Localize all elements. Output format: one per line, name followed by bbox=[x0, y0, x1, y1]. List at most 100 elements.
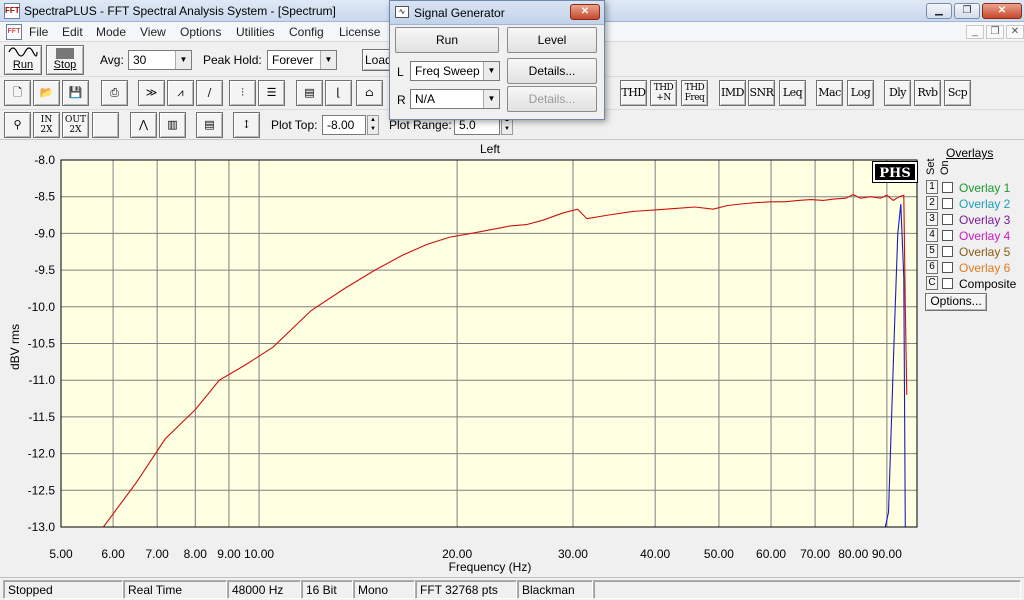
stop-button-label: Stop bbox=[53, 59, 77, 71]
overlay-on-checkbox[interactable] bbox=[942, 278, 953, 289]
right-details-button[interactable]: Details... bbox=[507, 86, 597, 112]
overlay-set-button[interactable]: 6 bbox=[926, 260, 938, 274]
zoom-out-full-button[interactable] bbox=[92, 112, 119, 138]
menu-license[interactable]: License bbox=[339, 25, 380, 39]
imd-button[interactable]: IMD bbox=[719, 80, 746, 106]
y-tick-label: -11.5 bbox=[29, 410, 56, 424]
overlay-on-checkbox[interactable] bbox=[942, 182, 953, 193]
menu-view[interactable]: View bbox=[140, 25, 166, 39]
save-icon[interactable]: 💾 bbox=[62, 80, 89, 106]
zoom-icon[interactable]: ⚲ bbox=[4, 112, 31, 138]
overlay-set-button[interactable]: 4 bbox=[926, 228, 938, 242]
menu-file[interactable]: File bbox=[29, 25, 48, 39]
spectrum-icon[interactable]: ⩘ bbox=[167, 80, 194, 106]
overlay-row: 3 Overlay 3 bbox=[926, 212, 1024, 228]
generator-run-button[interactable]: Run bbox=[395, 27, 499, 53]
x-tick-label: 6.00 bbox=[101, 547, 125, 561]
mac-button[interactable]: Mac bbox=[816, 80, 843, 106]
left-details-button[interactable]: Details... bbox=[507, 58, 597, 84]
view-grid-icon[interactable]: ▤ bbox=[296, 80, 323, 106]
status-fft-size: FFT 32768 pts bbox=[415, 580, 517, 599]
overlay-options-button[interactable]: Options... bbox=[925, 293, 987, 311]
time-series-icon[interactable]: ≫ bbox=[138, 80, 165, 106]
minimize-icon[interactable]: ▁ bbox=[926, 3, 952, 19]
load-button[interactable]: Load bbox=[362, 49, 392, 71]
left-mode-select[interactable]: Freq Sweep ▼ bbox=[410, 61, 500, 81]
plot-top-spinner[interactable]: ▲ ▼ bbox=[367, 115, 379, 135]
mdi-minimize-icon[interactable]: _ bbox=[966, 25, 984, 39]
overlay-on-checkbox[interactable] bbox=[942, 230, 953, 241]
new-file-icon[interactable]: 🗋 bbox=[4, 80, 31, 106]
status-bar: Stopped Real Time 48000 Hz 16 Bit Mono F… bbox=[0, 577, 1024, 600]
x-tick-label: 5.00 bbox=[49, 547, 73, 561]
zoom-out-2x-button[interactable]: OUT 2X bbox=[62, 112, 89, 138]
print-icon[interactable]: ⎙ bbox=[101, 80, 128, 106]
x-tick-label: 90.00 bbox=[872, 547, 902, 561]
menu-config[interactable]: Config bbox=[289, 25, 324, 39]
avg-select[interactable]: 30 ▼ bbox=[128, 50, 192, 70]
peak-hold-value: Forever bbox=[272, 53, 314, 67]
right-mode-select[interactable]: N/A ▼ bbox=[410, 89, 500, 109]
zoom-in-2x-button[interactable]: IN 2X bbox=[33, 112, 60, 138]
peak-icon[interactable]: ⋀ bbox=[130, 112, 157, 138]
scp-button[interactable]: Scp bbox=[944, 80, 971, 106]
phase-icon[interactable]: ∕ bbox=[196, 80, 223, 106]
open-folder-icon[interactable]: 📂 bbox=[33, 80, 60, 106]
axis-icon[interactable]: ⌊ bbox=[325, 80, 352, 106]
thd-n-button[interactable]: THD +N bbox=[650, 80, 677, 106]
thd-button[interactable]: THD bbox=[620, 80, 647, 106]
overlay-row: 4 Overlay 4 bbox=[926, 228, 1024, 244]
run-button[interactable]: Run bbox=[4, 45, 42, 75]
mdi-document-icon[interactable]: FFT bbox=[6, 24, 22, 40]
mdi-restore-icon[interactable]: ❐ bbox=[986, 25, 1004, 39]
close-icon[interactable]: ✕ bbox=[570, 4, 600, 20]
x-tick-label: 70.00 bbox=[800, 547, 830, 561]
waterfall-3d-icon[interactable]: ⫶ bbox=[229, 80, 256, 106]
run-button-label: Run bbox=[12, 59, 34, 71]
menu-options[interactable]: Options bbox=[180, 25, 221, 39]
overlay-set-button[interactable]: 5 bbox=[926, 244, 938, 258]
overlay-on-checkbox[interactable] bbox=[942, 198, 953, 209]
overlay-set-button[interactable]: C bbox=[926, 276, 938, 290]
spectrogram-icon[interactable]: ☰ bbox=[258, 80, 285, 106]
octave-bars-icon[interactable]: ▥ bbox=[159, 112, 186, 138]
peak-hold-select[interactable]: Forever ▼ bbox=[267, 50, 337, 70]
vertical-scale-icon[interactable]: ↕ bbox=[233, 112, 260, 138]
overlay-on-checkbox[interactable] bbox=[942, 262, 953, 273]
maximize-icon[interactable]: ❐ bbox=[954, 3, 980, 19]
y-tick-label: -9.0 bbox=[34, 226, 55, 240]
overlay-set-button[interactable]: 3 bbox=[926, 212, 938, 226]
plot-top-input[interactable]: -8.00 bbox=[322, 115, 366, 135]
menu-utilities[interactable]: Utilities bbox=[236, 25, 275, 39]
left-mode-value: Freq Sweep bbox=[415, 64, 480, 78]
overlay-on-checkbox[interactable] bbox=[942, 214, 953, 225]
status-run-state: Stopped bbox=[3, 580, 123, 599]
menu-edit[interactable]: Edit bbox=[62, 25, 83, 39]
overlay-name: Composite bbox=[959, 277, 1017, 291]
peak-hold-label: Peak Hold: bbox=[203, 53, 262, 67]
window-title: SpectraPLUS - FFT Spectral Analysis Syst… bbox=[24, 4, 336, 18]
snr-button[interactable]: SNR bbox=[748, 80, 775, 106]
overlays-panel: Overlays Set On 1 Overlay 1 2 Overlay 2 3 Ove… bbox=[922, 145, 1024, 315]
speaker-icon[interactable]: ⌂ bbox=[356, 80, 383, 106]
scale-icon[interactable]: ▤ bbox=[196, 112, 223, 138]
overlay-name: Overlay 2 bbox=[959, 197, 1011, 211]
stop-button[interactable]: Stop bbox=[46, 45, 84, 75]
rvb-button[interactable]: Rvb bbox=[914, 80, 941, 106]
spectrum-chart[interactable]: 5.00 6.00 7.00 8.00 9.00 10.00 20.00 30.00 40.00… bbox=[0, 150, 922, 562]
overlay-set-button[interactable]: 2 bbox=[926, 196, 938, 210]
menu-mode[interactable]: Mode bbox=[96, 25, 126, 39]
overlay-set-button[interactable]: 1 bbox=[926, 180, 938, 194]
close-icon[interactable]: ✕ bbox=[982, 3, 1022, 19]
plot-range-label: Plot Range: bbox=[389, 118, 452, 132]
dly-button[interactable]: Dly bbox=[884, 80, 911, 106]
mdi-close-icon[interactable]: ✕ bbox=[1006, 25, 1024, 39]
x-axis-label: Frequency (Hz) bbox=[448, 560, 532, 574]
overlay-on-checkbox[interactable] bbox=[942, 246, 953, 257]
right-mode-value: N/A bbox=[415, 92, 436, 106]
log-button[interactable]: Log bbox=[847, 80, 874, 106]
generator-level-button[interactable]: Level bbox=[507, 27, 597, 53]
signal-generator-icon: ∿ bbox=[395, 6, 409, 18]
thd-freq-button[interactable]: THD Freq bbox=[681, 80, 708, 106]
leq-button[interactable]: Leq bbox=[779, 80, 806, 106]
